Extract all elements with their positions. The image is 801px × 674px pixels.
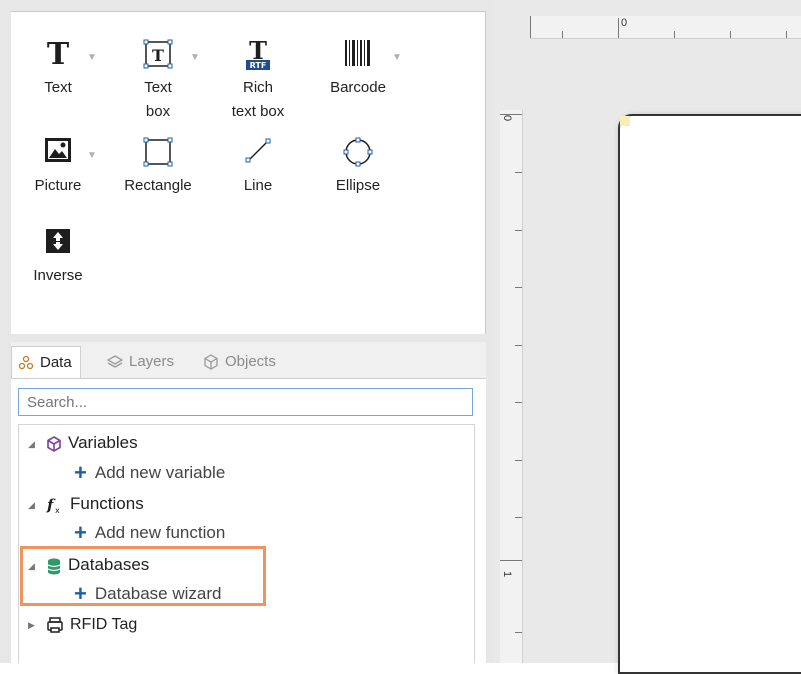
tab-label: Data [40, 354, 72, 371]
ruler-tick [786, 31, 787, 38]
svg-text:T: T [47, 38, 70, 68]
tree-item-label: RFID Tag [70, 616, 138, 634]
tab-data[interactable]: Data [11, 346, 81, 379]
toolbox-panel: T ▼ Text T ▼ Text box T RTF Rich text bo… [11, 11, 486, 336]
top-ruler: 0 [530, 16, 801, 39]
ruler-tick [562, 31, 563, 38]
top-edge [0, 0, 486, 11]
data-icon [18, 355, 34, 370]
tree-item-label: Add new function [94, 523, 226, 542]
barcode-icon [345, 40, 370, 66]
tab-objects[interactable]: Objects [203, 346, 276, 378]
ruler-tick [515, 172, 522, 173]
tree-item-add-new-variable[interactable]: + Add new variable [74, 460, 225, 486]
ruler-tick [500, 560, 522, 561]
expand-arrow-icon[interactable]: ◢ [28, 431, 40, 457]
tool-picture[interactable]: ▼ Picture [8, 130, 108, 198]
ruler-tick [515, 632, 522, 633]
label-design-surface[interactable] [618, 114, 801, 674]
svg-text:T: T [152, 46, 164, 65]
tool-text[interactable]: T ▼ Text [8, 32, 108, 100]
picture-icon [45, 138, 71, 162]
plus-icon: + [74, 460, 87, 485]
ruler-label: 0 [501, 114, 514, 122]
tool-rich-text-box[interactable]: T RTF Rich text box [208, 32, 308, 124]
tool-label: Text [44, 79, 72, 96]
line-icon [245, 138, 271, 163]
ruler-tick [515, 402, 522, 403]
ruler-label: 0 [621, 17, 628, 29]
tree-item-label: Functions [70, 494, 144, 513]
tab-label: Layers [129, 353, 175, 370]
svg-text:x: x [55, 506, 60, 514]
ruler-tick [530, 16, 531, 38]
tool-line[interactable]: Line [208, 130, 308, 198]
data-panel-tabs: Data Layers Objects [11, 342, 486, 379]
tool-label: Rectangle [124, 177, 192, 194]
ruler-tick [515, 517, 522, 518]
tree-item-label: Add new variable [94, 463, 226, 482]
rfid-tag-icon [47, 617, 63, 633]
tool-label: Rich text box [231, 79, 285, 120]
ruler-tick [674, 31, 675, 38]
ruler-tick [515, 345, 522, 346]
tool-label: Barcode [330, 79, 386, 96]
tool-barcode[interactable]: ▼ Barcode [308, 32, 408, 100]
horizontal-splitter[interactable] [0, 334, 486, 342]
ellipse-icon [343, 137, 373, 167]
tab-label: Objects [225, 353, 276, 370]
tree-item-add-new-function[interactable]: + Add new function [74, 520, 225, 546]
chevron-down-icon[interactable]: ▼ [392, 46, 402, 70]
variables-icon [47, 435, 61, 452]
tree-item-variables[interactable]: ◢ Variables [28, 430, 138, 456]
inverse-icon [46, 229, 70, 253]
objects-icon [204, 354, 218, 370]
tab-layers[interactable]: Layers [106, 346, 175, 378]
label-origin-marker [620, 116, 630, 126]
chevron-down-icon[interactable]: ▼ [87, 46, 97, 70]
tool-label: Line [243, 177, 273, 194]
tool-text-box[interactable]: T ▼ Text box [108, 32, 208, 124]
ruler-tick [500, 114, 522, 115]
tree-item-rfid-tag[interactable]: ▶ RFID Tag [28, 612, 137, 638]
chevron-down-icon[interactable]: ▼ [87, 144, 97, 168]
tool-rectangle[interactable]: Rectangle [108, 130, 208, 198]
tool-ellipse[interactable]: Ellipse [308, 130, 408, 198]
tool-label: Text box [144, 79, 172, 120]
ruler-label: 1 [501, 570, 514, 578]
tool-inverse[interactable]: Inverse [8, 220, 108, 288]
left-ruler: 0 1 [500, 110, 523, 663]
svg-text:RTF: RTF [250, 61, 267, 70]
tool-label: Picture [34, 177, 82, 194]
ruler-tick [515, 230, 522, 231]
rich-text-box-icon: T RTF [246, 38, 270, 70]
functions-icon: f x [46, 496, 60, 515]
ruler-tick [730, 31, 731, 38]
plus-icon: + [74, 520, 87, 545]
tool-label: Ellipse [335, 177, 381, 194]
vertical-splitter[interactable] [486, 0, 494, 663]
collapse-arrow-icon[interactable]: ▶ [28, 612, 40, 638]
expand-arrow-icon[interactable]: ◢ [28, 492, 40, 518]
ruler-tick [515, 287, 522, 288]
tree-item-label: Variables [68, 433, 138, 452]
layers-icon [106, 355, 124, 368]
ruler-tick [515, 460, 522, 461]
rectangle-icon [143, 137, 173, 167]
text-icon: T [47, 38, 70, 68]
highlight-box [20, 546, 266, 606]
chevron-down-icon[interactable]: ▼ [190, 46, 200, 70]
text-box-icon: T [143, 39, 173, 69]
search-input[interactable] [18, 388, 473, 416]
tree-item-functions[interactable]: ◢ f x Functions [28, 491, 144, 517]
tool-label: Inverse [33, 267, 83, 284]
ruler-tick [618, 18, 619, 38]
